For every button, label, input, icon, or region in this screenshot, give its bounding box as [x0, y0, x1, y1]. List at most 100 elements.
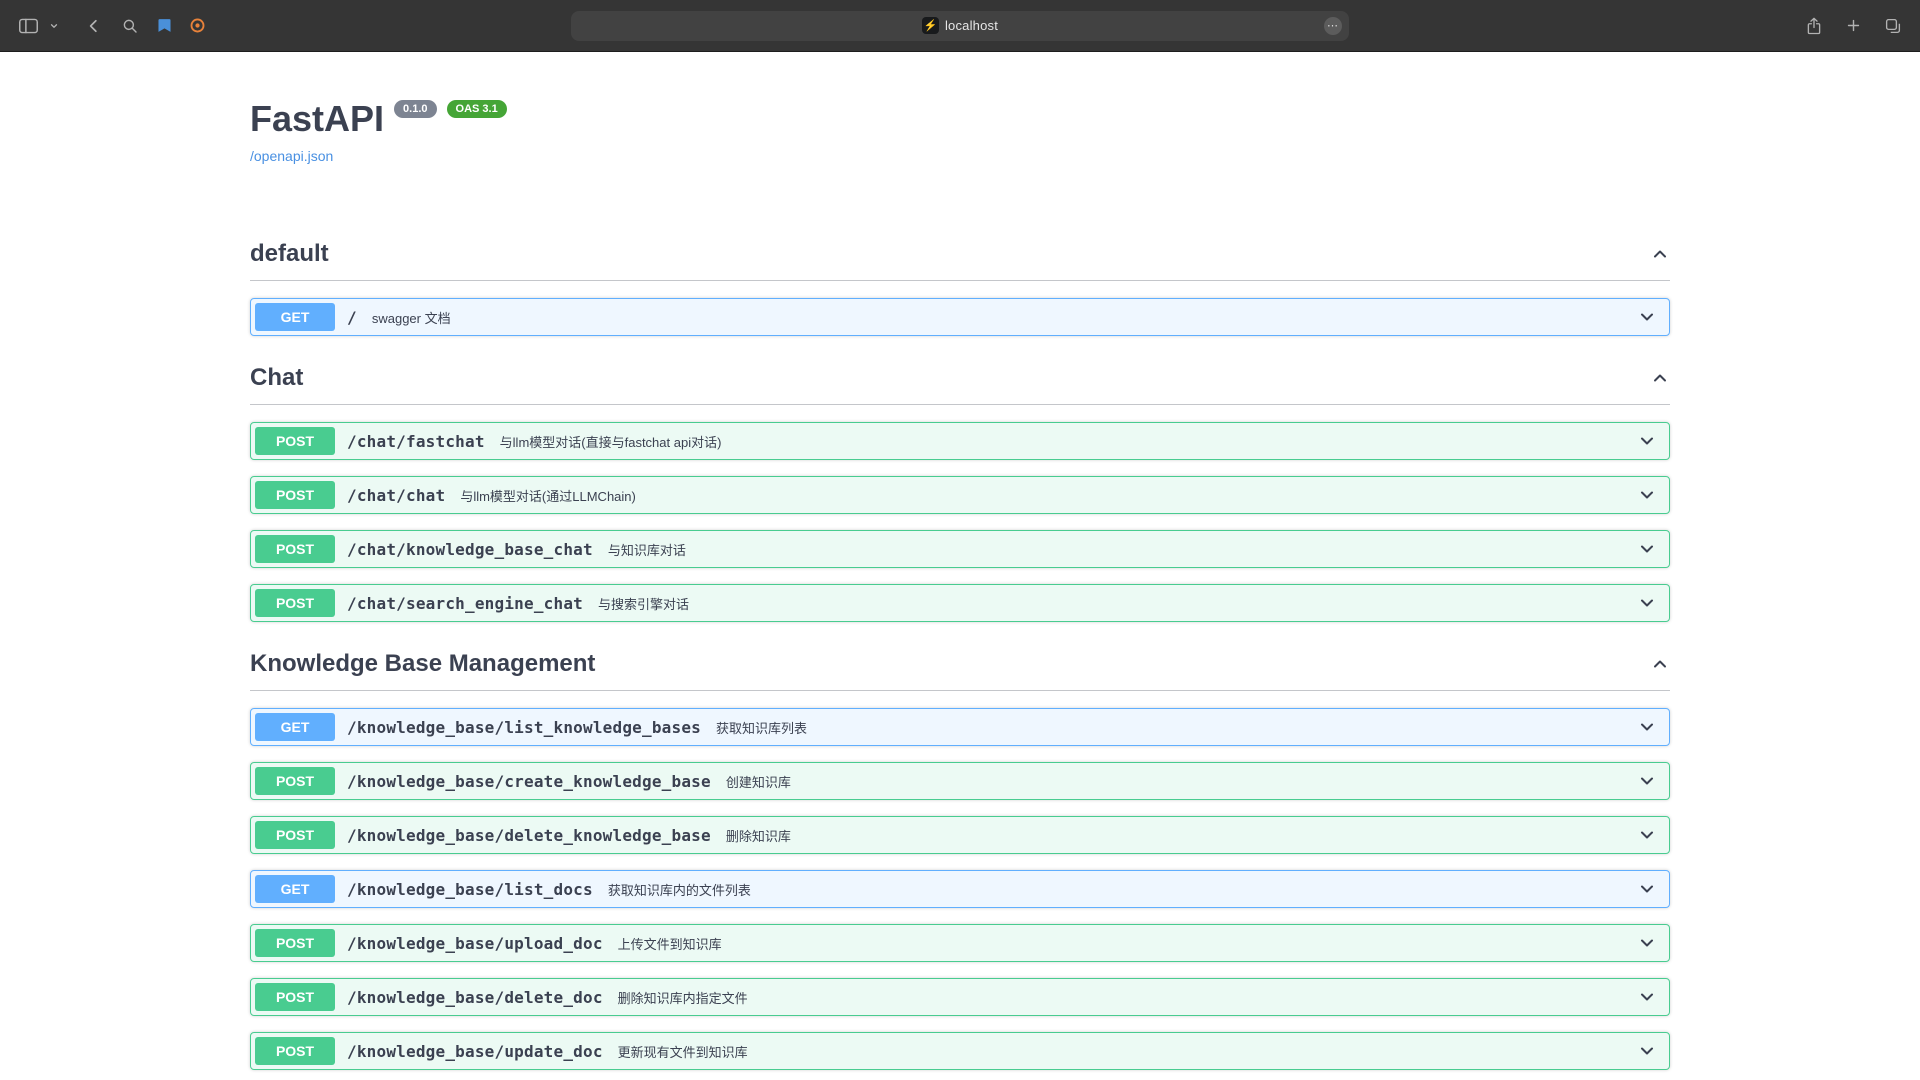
method-badge: GET — [255, 713, 335, 741]
ellipsis-icon: ⋯ — [1327, 19, 1339, 32]
operation-row[interactable]: GET /knowledge_base/list_docs 获取知识库内的文件列… — [250, 870, 1670, 908]
operation-description: 删除知识库 — [726, 826, 1637, 845]
tab-overview-button[interactable] — [1880, 13, 1906, 39]
section-header[interactable]: Chat — [250, 352, 1670, 405]
operation-row[interactable]: GET / swagger 文档 — [250, 298, 1670, 336]
operations-list: POST /chat/fastchat 与llm模型对话(直接与fastchat… — [250, 422, 1670, 622]
collapse-chevron-icon[interactable] — [1650, 244, 1670, 264]
api-info: FastAPI 0.1.0 OAS 3.1 /openapi.json — [250, 52, 1670, 166]
method-badge: POST — [255, 427, 335, 455]
back-button[interactable] — [81, 13, 107, 39]
method-badge: POST — [255, 481, 335, 509]
method-badge: GET — [255, 303, 335, 331]
collapse-chevron-icon[interactable] — [1650, 654, 1670, 674]
content-wrapper: FastAPI 0.1.0 OAS 3.1 /openapi.json defa… — [230, 52, 1690, 1080]
page-menu-button[interactable]: ⋯ — [1324, 17, 1342, 35]
operation-description: 获取知识库内的文件列表 — [608, 880, 1637, 899]
api-section: Chat POST /chat/fastchat 与llm模型对话(直接与fas… — [250, 352, 1670, 622]
url-bar[interactable]: ⚡ localhost ⋯ — [571, 11, 1349, 41]
operation-path: /knowledge_base/delete_knowledge_base — [347, 826, 711, 845]
section-header[interactable]: default — [250, 228, 1670, 281]
method-badge: POST — [255, 767, 335, 795]
blue-extension-button[interactable] — [153, 14, 176, 37]
operation-description: 与llm模型对话(直接与fastchat api对话) — [500, 432, 1637, 451]
api-title-text: FastAPI — [250, 98, 384, 140]
operation-path: /knowledge_base/list_docs — [347, 880, 593, 899]
operation-path: /chat/knowledge_base_chat — [347, 540, 593, 559]
sections-container: default GET / swagger 文档 Chat POST /chat… — [250, 228, 1670, 1080]
method-badge: POST — [255, 589, 335, 617]
operation-row[interactable]: GET /knowledge_base/list_knowledge_bases… — [250, 708, 1670, 746]
operation-row[interactable]: POST /knowledge_base/create_knowledge_ba… — [250, 762, 1670, 800]
operation-row[interactable]: POST /knowledge_base/update_doc 更新现有文件到知… — [250, 1032, 1670, 1070]
operation-row[interactable]: POST /knowledge_base/delete_knowledge_ba… — [250, 816, 1670, 854]
section-title: default — [250, 240, 329, 268]
operation-description: 创建知识库 — [726, 772, 1637, 791]
share-button[interactable] — [1801, 12, 1827, 40]
blue-extension-icon — [156, 17, 173, 34]
operation-row[interactable]: POST /chat/chat 与llm模型对话(通过LLMChain) — [250, 476, 1670, 514]
operation-path: /knowledge_base/list_knowledge_bases — [347, 718, 701, 737]
operation-row[interactable]: POST /chat/knowledge_base_chat 与知识库对话 — [250, 530, 1670, 568]
operation-description: 获取知识库列表 — [716, 718, 1637, 737]
operation-description: 与搜索引擎对话 — [598, 594, 1637, 613]
operation-row[interactable]: POST /chat/fastchat 与llm模型对话(直接与fastchat… — [250, 422, 1670, 460]
method-badge: POST — [255, 983, 335, 1011]
url-text: localhost — [945, 18, 998, 33]
method-badge: GET — [255, 875, 335, 903]
expand-chevron-icon[interactable] — [1637, 717, 1657, 737]
operation-description: 上传文件到知识库 — [618, 934, 1637, 953]
orange-extension-icon — [189, 17, 206, 34]
chevron-down-icon — [49, 21, 59, 31]
back-chevron-icon — [85, 17, 103, 35]
operation-row[interactable]: POST /knowledge_base/upload_doc 上传文件到知识库 — [250, 924, 1670, 962]
expand-chevron-icon[interactable] — [1637, 593, 1657, 613]
expand-chevron-icon[interactable] — [1637, 485, 1657, 505]
collapse-chevron-icon[interactable] — [1650, 368, 1670, 388]
expand-chevron-icon[interactable] — [1637, 539, 1657, 559]
operation-row[interactable]: POST /chat/search_engine_chat 与搜索引擎对话 — [250, 584, 1670, 622]
method-badge: POST — [255, 1037, 335, 1065]
section-title: Chat — [250, 364, 303, 392]
toolbar-left-group — [14, 13, 571, 39]
expand-chevron-icon[interactable] — [1637, 771, 1657, 791]
tab-overview-icon — [1884, 17, 1902, 35]
expand-chevron-icon[interactable] — [1637, 307, 1657, 327]
expand-chevron-icon[interactable] — [1637, 431, 1657, 451]
orange-extension-button[interactable] — [186, 14, 209, 37]
operation-row[interactable]: POST /knowledge_base/delete_doc 删除知识库内指定… — [250, 978, 1670, 1016]
method-badge: POST — [255, 535, 335, 563]
operations-list: GET / swagger 文档 — [250, 298, 1670, 336]
oas-badge: OAS 3.1 — [447, 100, 507, 118]
method-badge: POST — [255, 929, 335, 957]
sidebar-menu-button[interactable] — [45, 17, 63, 35]
operation-description: swagger 文档 — [372, 308, 1637, 327]
new-tab-button[interactable] — [1841, 13, 1866, 38]
swagger-page: FastAPI 0.1.0 OAS 3.1 /openapi.json defa… — [0, 52, 1920, 1080]
operation-path: / — [347, 308, 357, 327]
expand-chevron-icon[interactable] — [1637, 987, 1657, 1007]
section-header[interactable]: Knowledge Base Management — [250, 638, 1670, 691]
expand-chevron-icon[interactable] — [1637, 933, 1657, 953]
site-favicon-icon: ⚡ — [922, 17, 939, 34]
share-icon — [1805, 16, 1823, 36]
operation-path: /chat/search_engine_chat — [347, 594, 583, 613]
api-section: Knowledge Base Management GET /knowledge… — [250, 638, 1670, 1080]
sidebar-toggle-button[interactable] — [14, 13, 43, 39]
sidebar-icon — [18, 17, 39, 35]
operation-description: 删除知识库内指定文件 — [618, 988, 1637, 1007]
openapi-link[interactable]: /openapi.json — [250, 148, 333, 164]
plus-icon — [1845, 17, 1862, 34]
expand-chevron-icon[interactable] — [1637, 1041, 1657, 1061]
api-section: default GET / swagger 文档 — [250, 228, 1670, 336]
search-icon — [121, 17, 139, 35]
section-title: Knowledge Base Management — [250, 650, 595, 678]
operation-description: 更新现有文件到知识库 — [618, 1042, 1637, 1061]
expand-chevron-icon[interactable] — [1637, 825, 1657, 845]
browser-toolbar: ⚡ localhost ⋯ — [0, 0, 1920, 52]
toolbar-right-group — [1349, 12, 1906, 40]
operation-description: 与llm模型对话(通过LLMChain) — [460, 486, 1637, 505]
search-button[interactable] — [117, 13, 143, 39]
expand-chevron-icon[interactable] — [1637, 879, 1657, 899]
method-badge: POST — [255, 821, 335, 849]
